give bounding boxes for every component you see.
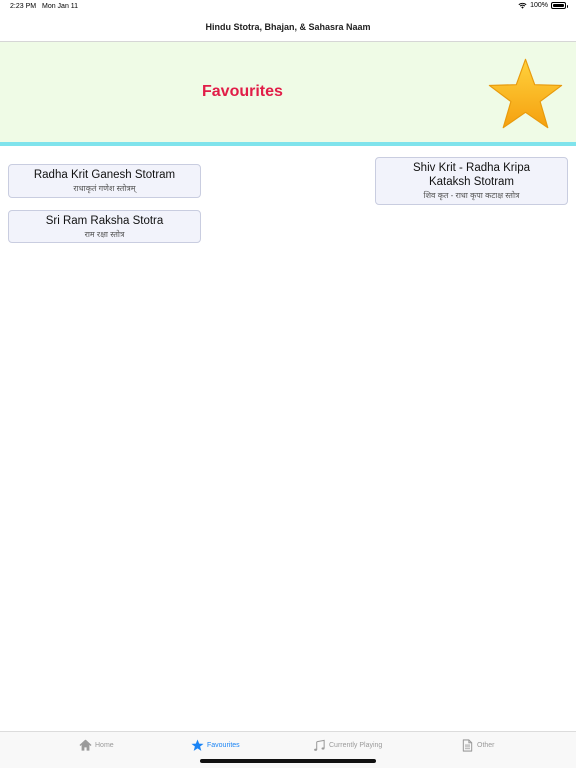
favourite-item-shiv-krit-radha-kripa-kataksh-stotram[interactable]: Shiv Krit - Radha Kripa Kataksh Stotram … bbox=[375, 157, 568, 205]
document-icon bbox=[462, 739, 473, 752]
home-icon bbox=[79, 739, 92, 751]
favourite-title-line2: Kataksh Stotram bbox=[428, 176, 514, 188]
app-title: Hindu Stotra, Bhajan, & Sahasra Naam bbox=[205, 22, 371, 32]
tab-favourites[interactable]: Favourites bbox=[191, 739, 240, 752]
page-title: Favourites bbox=[202, 83, 283, 100]
battery-percent: 100% bbox=[530, 2, 548, 9]
status-bar: 2:23 PM Mon Jan 11 100% bbox=[0, 0, 576, 14]
favourite-subtitle: शिव कृत - राधा कृपा कटाक्ष स्तोत्र bbox=[423, 191, 520, 200]
star-icon bbox=[488, 58, 563, 129]
favourite-title: Radha Krit Ganesh Stotram bbox=[33, 169, 176, 181]
tab-currently-playing[interactable]: Currently Playing bbox=[313, 739, 382, 752]
tab-label: Other bbox=[477, 742, 495, 749]
status-date: Mon Jan 11 bbox=[42, 3, 79, 10]
favourite-subtitle: राधाकृतं गणेश स्तोत्रम् bbox=[73, 184, 136, 193]
wifi-icon bbox=[518, 2, 527, 9]
favourite-item-sri-ram-raksha-stotra[interactable]: Sri Ram Raksha Stotra राम रक्षा स्तोत्र bbox=[8, 210, 201, 243]
battery-icon bbox=[551, 2, 568, 9]
home-indicator bbox=[200, 759, 376, 763]
tab-home[interactable]: Home bbox=[79, 739, 114, 752]
favourite-item-radha-krit-ganesh-stotram[interactable]: Radha Krit Ganesh Stotram राधाकृतं गणेश … bbox=[8, 164, 201, 198]
tab-other[interactable]: Other bbox=[461, 739, 495, 752]
favourite-subtitle: राम रक्षा स्तोत्र bbox=[84, 230, 125, 239]
favourite-title-line1: Shiv Krit - Radha Kripa bbox=[413, 162, 530, 174]
status-indicators: 100% bbox=[518, 2, 568, 9]
tab-label: Favourites bbox=[207, 742, 240, 749]
battery-level bbox=[553, 4, 564, 7]
status-time: 2:23 PM bbox=[10, 3, 37, 10]
tab-label: Home bbox=[95, 742, 114, 749]
music-notes-icon bbox=[314, 739, 325, 751]
banner-divider bbox=[0, 142, 576, 146]
tab-label: Currently Playing bbox=[329, 742, 383, 749]
favourite-title: Sri Ram Raksha Stotra bbox=[45, 215, 164, 227]
star-icon bbox=[191, 739, 204, 751]
navigation-bar: Hindu Stotra, Bhajan, & Sahasra Naam bbox=[0, 14, 576, 42]
